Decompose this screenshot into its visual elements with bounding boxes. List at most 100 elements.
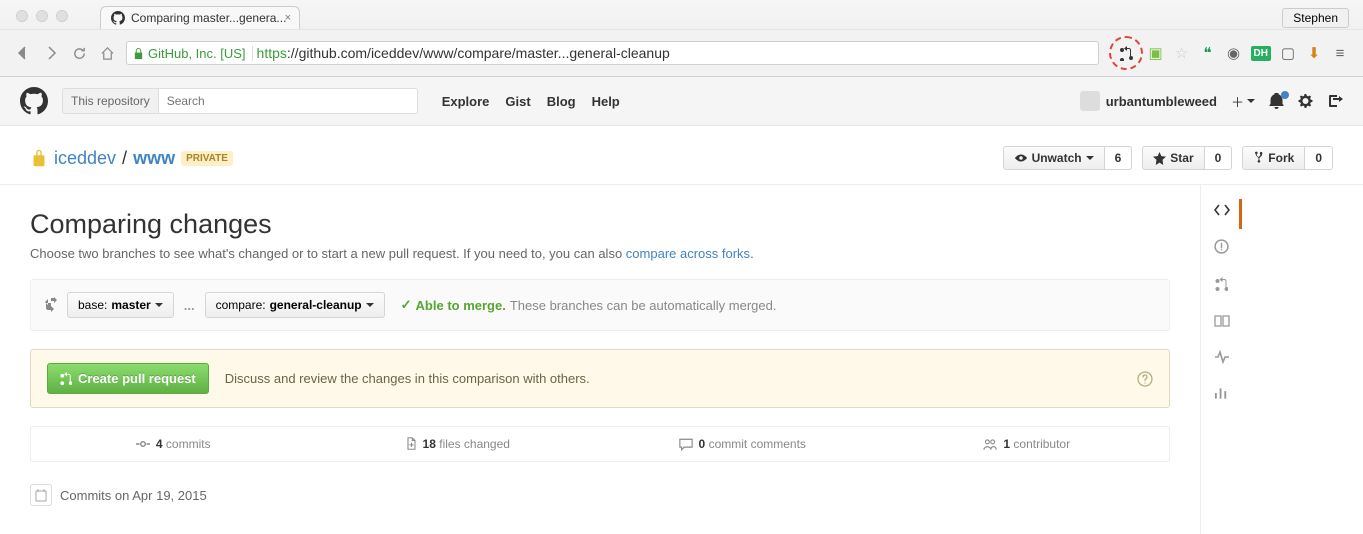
highlighted-extension xyxy=(1109,36,1143,70)
main-content: Comparing changes Choose two branches to… xyxy=(0,185,1200,534)
nav-graphs-icon[interactable] xyxy=(1214,386,1229,400)
close-window[interactable] xyxy=(16,10,28,22)
private-lock-icon xyxy=(30,147,48,169)
search-wrap: This repository xyxy=(62,88,418,114)
github-logo[interactable] xyxy=(20,87,48,115)
url-text: https://github.com/iceddev/www/compare/m… xyxy=(257,45,670,61)
fork-button[interactable]: Fork xyxy=(1242,146,1305,170)
repo-header: iceddev / www private Unwatch 6 Star 0 F… xyxy=(0,126,1363,185)
nav-code-icon[interactable] xyxy=(1214,203,1230,217)
help-icon[interactable] xyxy=(1137,371,1153,387)
commit-date-group: Commits on Apr 19, 2015 xyxy=(30,480,1170,510)
diff-stats-bar: 4 commits 18 files changed 0 commit comm… xyxy=(30,426,1170,462)
comment-icon xyxy=(679,438,693,451)
base-branch-selector[interactable]: base: master xyxy=(67,292,174,318)
commit-date-label: Commits on Apr 19, 2015 xyxy=(60,488,207,503)
nav-help[interactable]: Help xyxy=(592,94,620,109)
pr-icon xyxy=(60,371,72,386)
url-box[interactable]: GitHub, Inc. [US] https://github.com/ice… xyxy=(126,41,1099,65)
header-right: urbantumbleweed ＋ xyxy=(1080,91,1343,111)
evernote-icon[interactable]: ▣ xyxy=(1147,44,1165,62)
compare-dots: ... xyxy=(184,298,195,313)
stat-commits[interactable]: 4 commits xyxy=(31,427,316,461)
zoom-window[interactable] xyxy=(56,10,68,22)
stat-comments[interactable]: 0 commit comments xyxy=(600,427,885,461)
nav-pulse-icon[interactable] xyxy=(1214,350,1230,364)
repo-side-nav xyxy=(1200,185,1242,534)
star-button[interactable]: Star xyxy=(1142,146,1204,170)
window-controls xyxy=(4,2,80,30)
star-icon xyxy=(1153,152,1166,165)
compare-forks-link[interactable]: compare across forks xyxy=(626,246,750,261)
username: urbantumbleweed xyxy=(1106,94,1217,109)
reload-button[interactable] xyxy=(70,44,88,62)
back-button[interactable] xyxy=(14,44,32,62)
cast-icon[interactable]: ▢ xyxy=(1279,44,1297,62)
search-scope-label[interactable]: This repository xyxy=(62,88,158,114)
create-pull-request-button[interactable]: Create pull request xyxy=(47,363,209,394)
minimize-window[interactable] xyxy=(36,10,48,22)
create-pr-prompt: Create pull request Discuss and review t… xyxy=(30,349,1170,408)
nav-issues-icon[interactable] xyxy=(1214,239,1229,254)
merge-status: ✓ Able to merge. These branches can be a… xyxy=(401,297,777,313)
commits-group-icon xyxy=(30,484,52,506)
avatar xyxy=(1080,91,1100,111)
ssl-indicator[interactable]: GitHub, Inc. [US] xyxy=(133,46,253,61)
ssl-org: GitHub, Inc. [US] xyxy=(148,46,246,61)
extension-icons: ▣ ☆ ❝ ◉ DH ▢ ⬇ ≡ xyxy=(1109,36,1349,70)
repo-slash: / xyxy=(122,148,127,169)
stat-files[interactable]: 18 files changed xyxy=(316,427,601,461)
file-icon xyxy=(406,437,417,451)
repo-name-link[interactable]: www xyxy=(133,148,175,169)
notifications-button[interactable] xyxy=(1269,93,1284,109)
tab-bar: Comparing master...genera... × xyxy=(0,0,1363,29)
check-icon: ✓ xyxy=(401,297,412,313)
nav-blog[interactable]: Blog xyxy=(547,94,576,109)
merge-ok-label: Able to merge. xyxy=(416,298,506,313)
dh-extension-icon[interactable]: DH xyxy=(1251,46,1271,61)
github-header: This repository Explore Gist Blog Help u… xyxy=(0,77,1363,126)
stat-contributors[interactable]: 1 contributor xyxy=(885,427,1170,461)
watch-count[interactable]: 6 xyxy=(1105,146,1133,170)
nav-pullrequests-icon[interactable] xyxy=(1215,276,1228,292)
compare-branch-selector[interactable]: compare: general-cleanup xyxy=(205,292,385,318)
menu-icon[interactable]: ≡ xyxy=(1331,44,1349,62)
merge-desc: These branches can be automatically merg… xyxy=(510,298,777,313)
repo-owner-link[interactable]: iceddev xyxy=(54,148,116,169)
pr-extension-icon[interactable] xyxy=(1117,44,1135,62)
nav-explore[interactable]: Explore xyxy=(442,94,490,109)
tab-title: Comparing master...genera... xyxy=(131,11,286,25)
settings-button[interactable] xyxy=(1298,93,1313,109)
compare-icon xyxy=(43,296,57,314)
branch-selection-bar: base: master ... compare: general-cleanu… xyxy=(30,279,1170,331)
nav-gist[interactable]: Gist xyxy=(505,94,530,109)
eye-icon xyxy=(1014,152,1028,164)
unwatch-button[interactable]: Unwatch xyxy=(1003,146,1105,170)
star-count[interactable]: 0 xyxy=(1205,146,1233,170)
close-tab-icon[interactable]: × xyxy=(285,12,291,24)
circle-ext-icon[interactable]: ◉ xyxy=(1225,44,1243,62)
profile-button[interactable]: Stephen xyxy=(1282,8,1349,28)
hangouts-icon[interactable]: ❝ xyxy=(1199,44,1217,62)
home-button[interactable] xyxy=(98,44,116,62)
address-bar: GitHub, Inc. [US] https://github.com/ice… xyxy=(0,29,1363,76)
main-wrap: Comparing changes Choose two branches to… xyxy=(0,185,1363,534)
forward-button[interactable] xyxy=(42,44,60,62)
nav-wiki-icon[interactable] xyxy=(1214,314,1230,328)
browser-tab[interactable]: Comparing master...genera... × xyxy=(100,6,300,29)
github-favicon xyxy=(111,11,125,25)
repo-actions: Unwatch 6 Star 0 Fork 0 xyxy=(1003,146,1333,170)
page-title: Comparing changes xyxy=(30,209,1170,240)
download-icon[interactable]: ⬇ xyxy=(1305,44,1323,62)
active-nav-marker xyxy=(1239,199,1242,229)
header-nav: Explore Gist Blog Help xyxy=(442,94,620,109)
star-bookmark-icon[interactable]: ☆ xyxy=(1173,44,1191,62)
user-menu[interactable]: urbantumbleweed xyxy=(1080,91,1217,111)
fork-count[interactable]: 0 xyxy=(1305,146,1333,170)
signout-button[interactable] xyxy=(1327,93,1343,109)
create-new-button[interactable]: ＋ xyxy=(1231,92,1255,111)
page-subtitle: Choose two branches to see what's change… xyxy=(30,246,1170,261)
search-input[interactable] xyxy=(158,88,418,114)
lock-icon xyxy=(133,47,144,60)
notification-dot xyxy=(1281,91,1289,99)
